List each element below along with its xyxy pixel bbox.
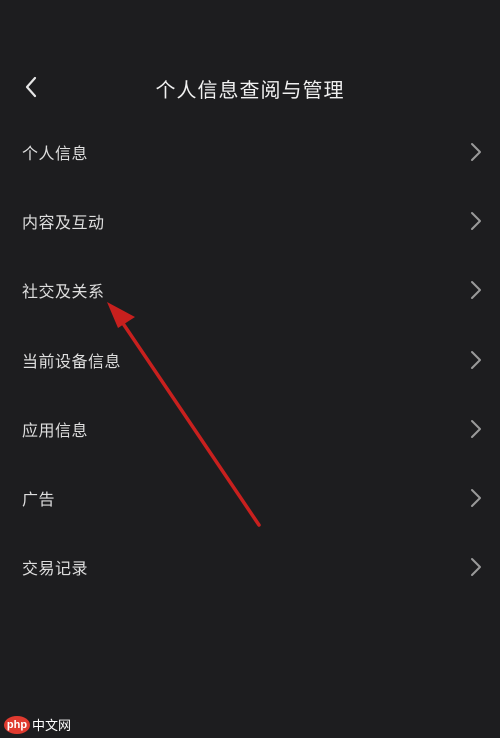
- menu-item-label: 个人信息: [22, 143, 89, 163]
- menu-item-content-interaction[interactable]: 内容及互动: [0, 186, 500, 255]
- menu-list: 个人信息 内容及互动 社交及关系 当前设备信息 应用信息 广告 交易记录: [0, 117, 500, 602]
- menu-item-device-info[interactable]: 当前设备信息: [0, 325, 500, 394]
- menu-item-ads[interactable]: 广告: [0, 463, 500, 532]
- chevron-right-icon: [468, 556, 484, 578]
- chevron-right-icon: [468, 349, 484, 371]
- chevron-right-icon: [468, 210, 484, 232]
- menu-item-personal-info[interactable]: 个人信息: [0, 117, 500, 186]
- menu-item-label: 当前设备信息: [22, 351, 122, 371]
- menu-item-label: 应用信息: [22, 420, 89, 440]
- chevron-right-icon: [468, 487, 484, 509]
- menu-item-transactions[interactable]: 交易记录: [0, 533, 500, 602]
- menu-item-label: 内容及互动: [22, 212, 105, 232]
- page-title: 个人信息查阅与管理: [155, 78, 345, 102]
- nav-bar: 个人信息查阅与管理: [0, 60, 500, 116]
- chevron-right-icon: [468, 141, 484, 163]
- watermark-text: 中文网: [32, 719, 72, 734]
- menu-item-social-relations[interactable]: 社交及关系: [0, 256, 500, 325]
- menu-item-label: 社交及关系: [22, 282, 105, 302]
- screen: 个人信息查阅与管理 个人信息 内容及互动 社交及关系 当前设备信息 应用信息 广…: [0, 0, 500, 738]
- menu-item-label: 广告: [22, 490, 56, 510]
- menu-item-app-info[interactable]: 应用信息: [0, 394, 500, 463]
- watermark: php 中文网: [4, 715, 71, 734]
- chevron-right-icon: [468, 418, 484, 440]
- menu-item-label: 交易记录: [22, 559, 89, 579]
- chevron-right-icon: [468, 279, 484, 301]
- watermark-badge: php: [4, 715, 30, 734]
